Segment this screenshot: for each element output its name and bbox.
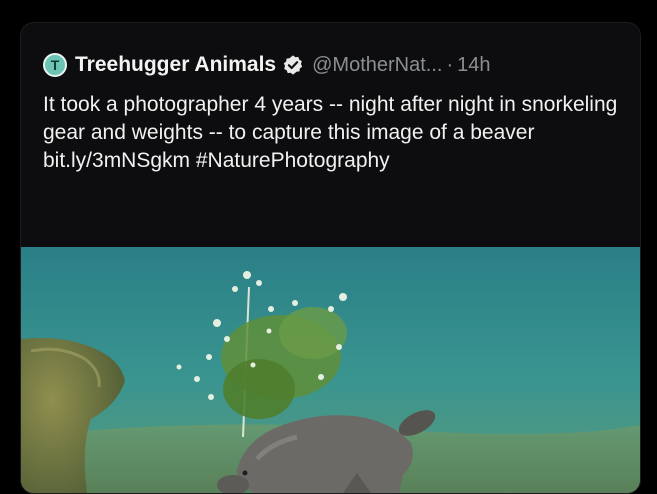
tweet-card[interactable]: T Treehugger Animals @MotherNat... · 14h… — [20, 22, 641, 494]
tweet-header: T Treehugger Animals @MotherNat... · 14h — [43, 53, 630, 77]
author-handle[interactable]: @MotherNat... — [312, 54, 442, 77]
tweet-text: It took a photographer 4 years -- night … — [43, 91, 623, 175]
verified-badge-icon — [283, 55, 303, 75]
tweet-media-image[interactable] — [21, 247, 640, 493]
avatar[interactable]: T — [43, 53, 67, 77]
tweet-body: It took a photographer 4 years -- night … — [43, 93, 618, 144]
author-name[interactable]: Treehugger Animals — [75, 53, 276, 77]
avatar-letter: T — [50, 57, 60, 73]
hashtag[interactable]: #NaturePhotography — [196, 149, 390, 172]
beaver-underwater-photo — [21, 247, 640, 493]
tweet-link[interactable]: bit.ly/3mNSgkm — [43, 149, 190, 172]
separator-dot: · — [446, 53, 454, 76]
tweet-time[interactable]: 14h — [457, 54, 490, 77]
